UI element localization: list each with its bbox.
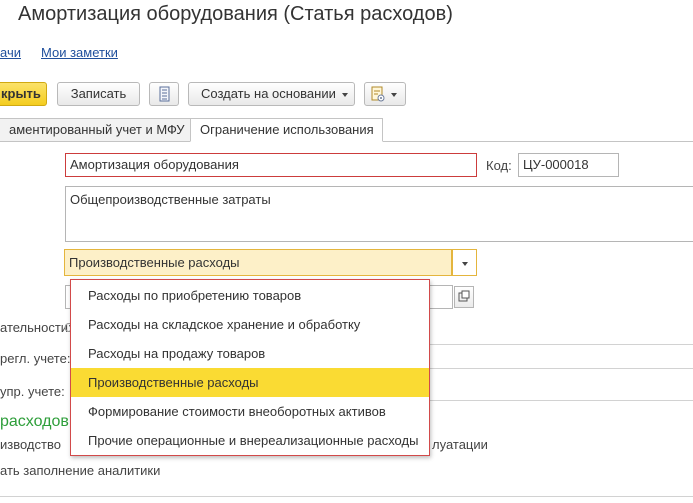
document-list-icon bbox=[159, 86, 170, 102]
tab-regulated-accounting[interactable]: аментированный учет и МФУ bbox=[0, 118, 191, 142]
expenses-section-heading: расходов bbox=[0, 413, 69, 430]
dropdown-item-fixed-assets[interactable]: Формирование стоимости внеоборотных акти… bbox=[71, 397, 429, 426]
expense-type-dropdown-button[interactable] bbox=[452, 249, 477, 276]
upr-accounting-label: упр. учете: bbox=[0, 384, 65, 399]
dropdown-item-storage[interactable]: Расходы на складское хранение и обработк… bbox=[71, 310, 429, 339]
window-title: Амортизация оборудования (Статья расходо… bbox=[18, 3, 453, 25]
name-input[interactable]: Амортизация оборудования bbox=[65, 153, 477, 177]
save-button[interactable]: Записать bbox=[57, 82, 140, 106]
production-option-label: изводство bbox=[0, 437, 61, 452]
dropdown-item-other-operational[interactable]: Прочие операционные и внереализационные … bbox=[71, 426, 429, 455]
save-close-button[interactable]: крыть bbox=[0, 82, 47, 106]
nav-link-my-notes[interactable]: Мои заметки bbox=[41, 45, 118, 60]
dropdown-item-goods-purchase[interactable]: Расходы по приобретению товаров bbox=[71, 281, 429, 310]
regl-field-underline bbox=[430, 368, 693, 369]
nav-link-tasks[interactable]: ачи bbox=[0, 45, 21, 60]
expense-type-dropdown-list: Расходы по приобретению товаров Расходы … bbox=[70, 279, 430, 456]
expense-type-select[interactable]: Производственные расходы bbox=[64, 249, 452, 276]
create-based-on-label: Создать на основании bbox=[201, 86, 336, 101]
dropdown-item-production[interactable]: Производственные расходы bbox=[71, 368, 429, 397]
exploitation-option-label: луатации bbox=[432, 437, 488, 452]
fill-analytics-label: ать заполнение аналитики bbox=[0, 463, 161, 478]
tab-usage-restriction[interactable]: Ограничение использования bbox=[190, 118, 383, 142]
list-view-button[interactable] bbox=[149, 82, 179, 106]
code-label: Код: bbox=[486, 158, 512, 173]
chevron-down-icon bbox=[391, 92, 397, 97]
code-input[interactable]: ЦУ-000018 bbox=[518, 153, 619, 177]
report-settings-icon bbox=[371, 86, 385, 102]
regl-accounting-label: регл. учете: bbox=[0, 351, 71, 366]
tab-strip-divider bbox=[383, 141, 693, 142]
chevron-down-icon bbox=[341, 92, 348, 97]
upr-field-underline bbox=[430, 400, 693, 401]
activity-field-underline bbox=[430, 344, 693, 345]
analytics-type-open-button[interactable] bbox=[454, 286, 474, 308]
chevron-down-icon bbox=[461, 261, 468, 266]
dropdown-item-sales[interactable]: Расходы на продажу товаров bbox=[71, 339, 429, 368]
bottom-divider bbox=[0, 496, 693, 497]
create-based-on-button[interactable]: Создать на основании bbox=[188, 82, 355, 106]
activity-label: ательности: bbox=[0, 320, 72, 335]
open-form-icon bbox=[458, 290, 470, 302]
description-textarea[interactable]: Общепроизводственные затраты bbox=[65, 186, 693, 242]
reports-button[interactable] bbox=[364, 82, 406, 106]
